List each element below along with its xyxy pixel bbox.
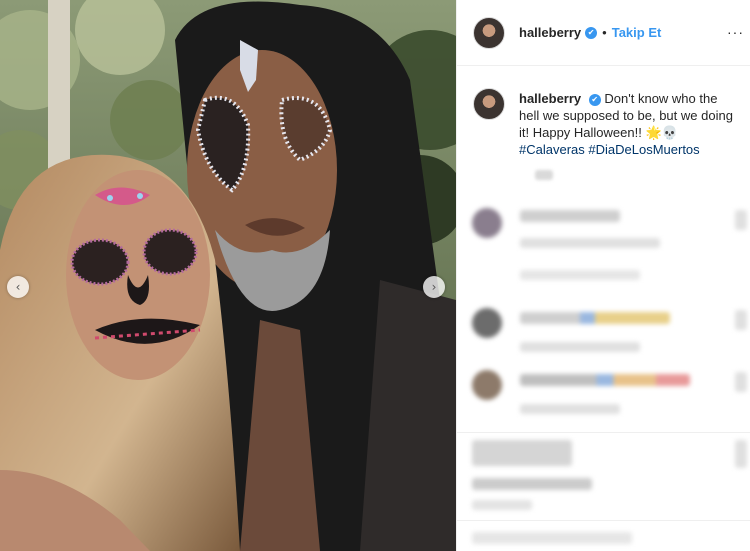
comment-line [520,210,620,222]
comment-line [520,312,670,324]
comment-avatar [472,370,502,400]
comment-line [520,238,660,248]
comment-input-blurred[interactable] [472,532,632,544]
caption-text: halleberry ✔ Don't know who the hell we … [519,90,734,158]
scroll-hint-blurred [735,372,747,392]
comment-line [520,270,640,280]
caption-timestamp-blurred [535,170,553,180]
carousel-prev-button[interactable]: ‹ [7,276,29,298]
date-blurred [472,500,532,510]
chevron-right-icon: › [431,280,437,294]
comment-avatar [472,208,502,238]
comment-line [520,404,620,414]
comment-line [520,342,640,352]
comment-avatar [472,308,502,338]
post-header: halleberry ✔ • Takip Et ··· [457,0,750,66]
comment-line [520,374,690,386]
header-username[interactable]: halleberry [519,25,581,40]
post-photo: ‹ › [0,0,456,551]
carousel-next-button[interactable]: › [423,276,445,298]
separator-dot: • [602,25,607,40]
caption-verified-badge-icon: ✔ [588,93,601,106]
caption-emoji: 🌟💀 [645,125,678,140]
scroll-hint-blurred [735,440,747,468]
divider [456,520,750,521]
scroll-hint-blurred [735,210,747,230]
likes-blurred [472,478,592,490]
hashtag-calaveras[interactable]: #Calaveras [519,142,585,157]
avatar[interactable] [473,16,505,49]
more-options-icon[interactable]: ··· [727,24,744,40]
verified-badge-icon: ✔ [585,26,598,39]
caption-username[interactable]: halleberry [519,91,581,106]
caption-avatar[interactable] [473,88,505,120]
chevron-left-icon: ‹ [15,280,21,294]
follow-button[interactable]: Takip Et [612,25,662,40]
hashtag-dia-de-los-muertos[interactable]: #DiaDeLosMuertos [588,142,699,157]
action-icons-blurred [472,440,572,466]
divider [456,432,750,433]
scroll-hint-blurred [735,310,747,330]
photo-illustration [0,0,456,551]
caption: halleberry ✔ Don't know who the hell we … [457,66,750,180]
